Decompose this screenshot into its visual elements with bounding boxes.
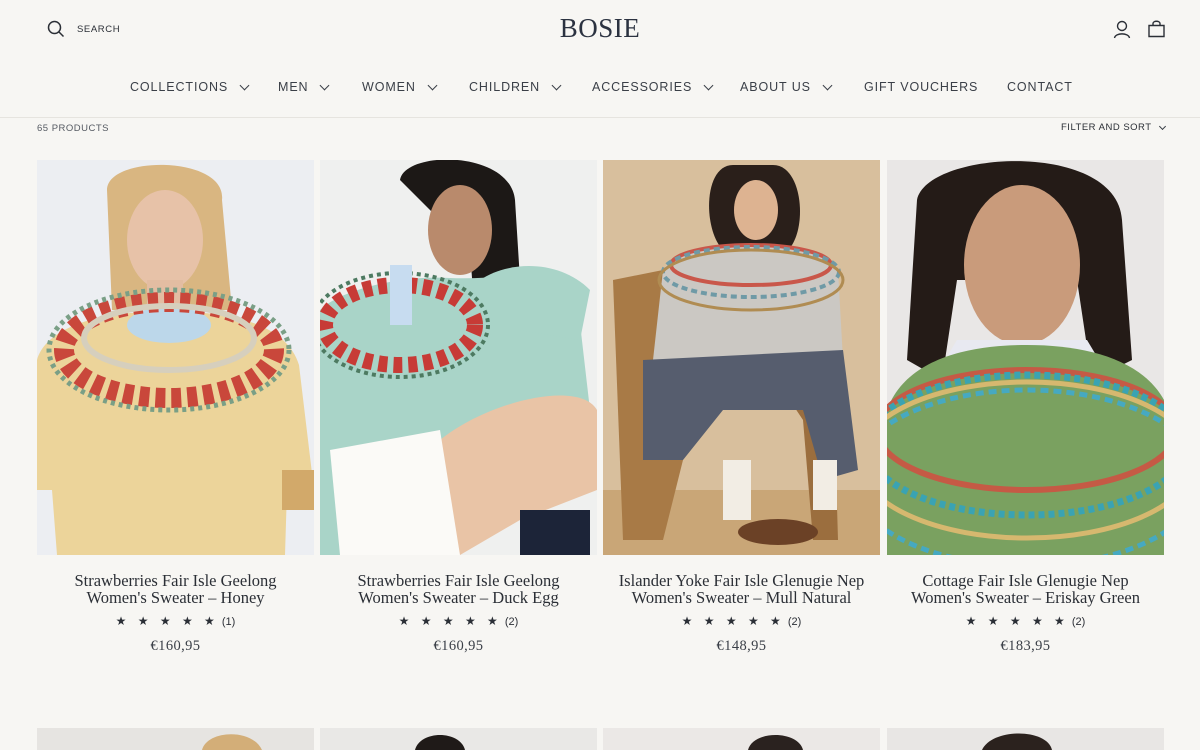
nav-accessories[interactable]: ACCESSORIES — [592, 80, 714, 94]
nav-label: GIFT VOUCHERS — [864, 80, 979, 94]
product-name[interactable]: Strawberries Fair Isle Geelong Women's S… — [320, 572, 597, 606]
product-name-line: Strawberries Fair Isle Geelong — [357, 571, 560, 590]
product-price: €160,95 — [150, 638, 201, 654]
product-name-line: Women's Sweater – Eriskay Green — [911, 588, 1140, 607]
cart-button[interactable] — [1147, 19, 1166, 43]
review-count: (2) — [1071, 616, 1086, 628]
product-name[interactable]: Islander Yoke Fair Isle Glenugie Nep Wom… — [603, 572, 880, 606]
product-card[interactable]: Cottage Fair Isle Glenugie Nep Women's S… — [887, 160, 1164, 655]
model-photo — [202, 734, 262, 750]
product-price: €183,95 — [1000, 638, 1051, 654]
product-name-line: Islander Yoke Fair Isle Glenugie Nep — [618, 571, 865, 590]
nav-children[interactable]: CHILDREN — [469, 80, 562, 94]
chevron-down-icon — [703, 80, 714, 90]
nav-men[interactable]: MEN — [278, 80, 330, 94]
nav-label: ACCESSORIES — [592, 80, 693, 94]
cart-icon — [1148, 20, 1165, 38]
nav-collections[interactable]: COLLECTIONS — [130, 80, 250, 94]
product-rating: ★ ★ ★ ★ ★ (2) — [320, 614, 597, 628]
nav-about-us[interactable]: ABOUT US — [740, 80, 833, 94]
nav-label: COLLECTIONS — [130, 80, 229, 94]
product-price: €160,95 — [433, 638, 484, 654]
product-image[interactable] — [887, 160, 1164, 555]
review-count: (2) — [504, 616, 519, 628]
product-name-line: Strawberries Fair Isle Geelong — [74, 571, 277, 590]
product-rating: ★ ★ ★ ★ ★ (1) — [37, 614, 314, 628]
product-rating: ★ ★ ★ ★ ★ (2) — [603, 614, 880, 628]
product-card[interactable]: Islander Yoke Fair Isle Glenugie Nep Wom… — [603, 160, 880, 655]
brand-logo[interactable]: BOSIE — [0, 13, 1200, 44]
chevron-down-icon — [1158, 122, 1166, 130]
product-card[interactable]: Strawberries Fair Isle Geelong Women's S… — [320, 160, 597, 655]
account-button[interactable] — [1113, 20, 1131, 44]
product-name-line: Women's Sweater – Honey — [86, 588, 265, 607]
product-rating: ★ ★ ★ ★ ★ (2) — [887, 614, 1164, 628]
model-photo — [37, 160, 314, 555]
nav-label: WOMEN — [362, 80, 416, 94]
model-photo — [887, 160, 1164, 555]
model-photo — [415, 735, 465, 750]
nav-women[interactable]: WOMEN — [362, 80, 438, 94]
product-image-partial[interactable] — [37, 728, 314, 750]
account-icon — [1113, 20, 1131, 39]
product-name[interactable]: Strawberries Fair Isle Geelong Women's S… — [37, 572, 314, 606]
product-image[interactable] — [603, 160, 880, 555]
star-rating-icon: ★ ★ ★ ★ ★ — [115, 614, 219, 628]
chevron-down-icon — [551, 80, 562, 90]
product-price: €148,95 — [716, 638, 767, 654]
nav-contact[interactable]: CONTACT — [1007, 80, 1073, 94]
filter-label: FILTER AND SORT — [1061, 122, 1152, 133]
star-rating-icon: ★ ★ ★ ★ ★ — [681, 614, 785, 628]
chevron-down-icon — [320, 80, 330, 90]
nav-label: CONTACT — [1007, 80, 1073, 94]
product-image[interactable] — [37, 160, 314, 555]
review-count: (1) — [221, 616, 236, 628]
site-header: SEARCH BOSIE COLLECTIONS MEN WOMEN CHILD… — [0, 0, 1200, 118]
model-photo — [320, 160, 597, 555]
nav-gift-vouchers[interactable]: GIFT VOUCHERS — [864, 80, 978, 94]
product-name-line: Women's Sweater – Mull Natural — [631, 588, 852, 607]
review-count: (2) — [787, 616, 802, 628]
star-rating-icon: ★ ★ ★ ★ ★ — [965, 614, 1069, 628]
product-count: 65 PRODUCTS — [37, 123, 110, 134]
chevron-down-icon — [427, 80, 438, 90]
product-name-line: Cottage Fair Isle Glenugie Nep — [922, 571, 1129, 590]
nav-label: ABOUT US — [740, 80, 811, 94]
model-photo — [748, 735, 803, 750]
chevron-down-icon — [822, 80, 833, 90]
main-navigation: COLLECTIONS MEN WOMEN CHILDREN ACCESSORI… — [0, 80, 1200, 98]
model-photo — [603, 160, 880, 555]
product-image-partial[interactable] — [603, 728, 880, 750]
nav-label: MEN — [278, 80, 309, 94]
product-image[interactable] — [320, 160, 597, 555]
star-rating-icon: ★ ★ ★ ★ ★ — [398, 614, 502, 628]
product-image-partial[interactable] — [887, 728, 1164, 750]
product-name[interactable]: Cottage Fair Isle Glenugie Nep Women's S… — [887, 572, 1164, 606]
model-photo — [982, 733, 1052, 750]
product-card[interactable]: Strawberries Fair Isle Geelong Women's S… — [37, 160, 314, 655]
product-name-line: Women's Sweater – Duck Egg — [358, 588, 559, 607]
product-image-partial[interactable] — [320, 728, 597, 750]
chevron-down-icon — [239, 80, 250, 90]
filter-and-sort-button[interactable]: FILTER AND SORT — [1061, 122, 1166, 133]
nav-label: CHILDREN — [469, 80, 541, 94]
